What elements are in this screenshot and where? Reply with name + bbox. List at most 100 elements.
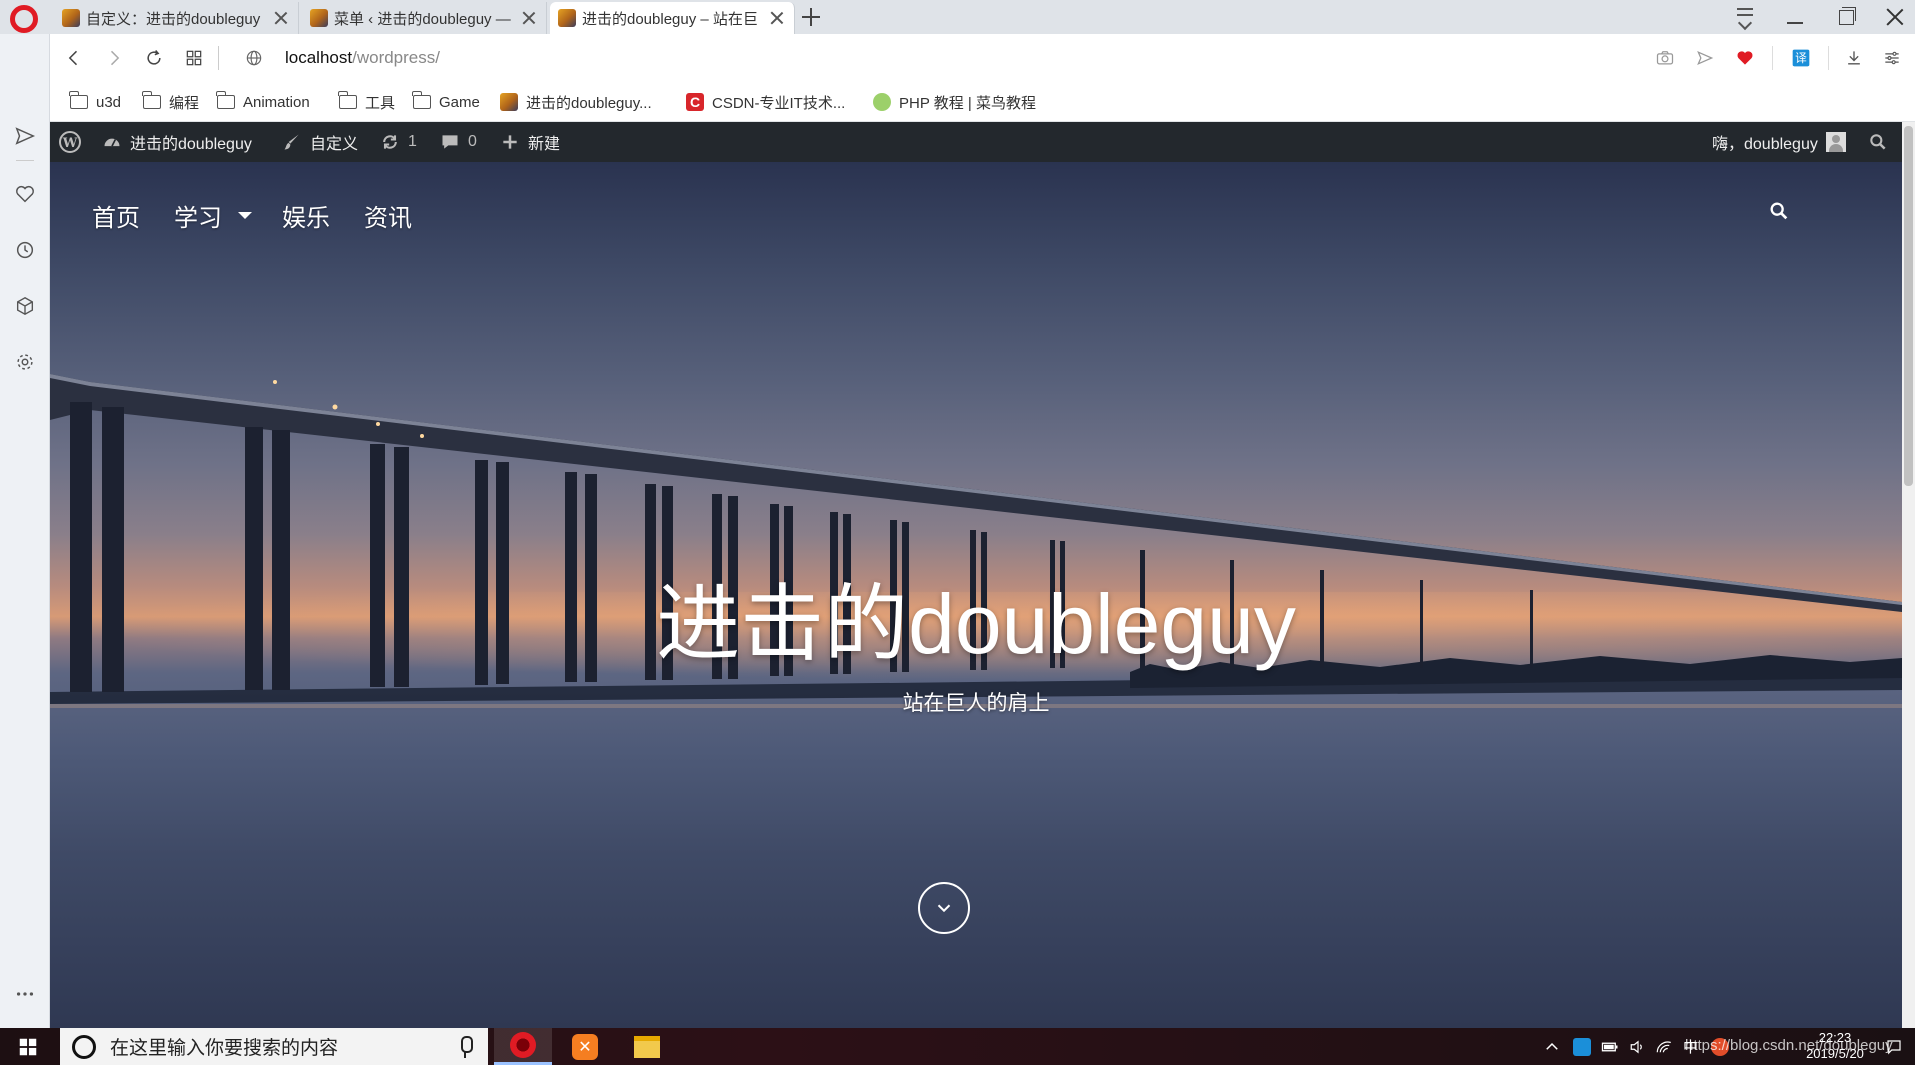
admin-customize[interactable]: 自定义 bbox=[282, 122, 358, 162]
back-button[interactable] bbox=[58, 42, 90, 74]
site-title[interactable]: 进击的doubleguy bbox=[50, 557, 1902, 678]
customize-label: 自定义 bbox=[310, 136, 359, 153]
close-window-button[interactable] bbox=[1875, 2, 1915, 32]
tab-customize[interactable]: 自定义：进击的doubleguy bbox=[54, 2, 299, 34]
wp-admin-bar: W 进击的doubleguy 自定义 1 0 新建 嗨，doubleguy bbox=[50, 122, 1902, 162]
windows-taskbar: 在这里输入你要搜索的内容 ✕ 中 22:23 2019/5/20 bbox=[0, 1028, 1915, 1065]
admin-updates[interactable]: 1 bbox=[380, 122, 417, 162]
menu-item-study[interactable]: 学习 bbox=[174, 198, 252, 233]
taskbar-xampp-icon[interactable]: ✕ bbox=[556, 1028, 614, 1065]
bookmark-doubleguy-site[interactable]: 进击的doubleguy... bbox=[500, 90, 652, 114]
snapshot-camera-icon[interactable] bbox=[1649, 42, 1681, 74]
close-icon[interactable] bbox=[272, 9, 290, 27]
admin-new-content[interactable]: 新建 bbox=[500, 122, 560, 162]
forward-button[interactable] bbox=[98, 42, 130, 74]
taskbar-opera-icon[interactable] bbox=[494, 1028, 552, 1065]
menu-item-news[interactable]: 资讯 bbox=[364, 198, 412, 233]
divider bbox=[1828, 46, 1829, 70]
opera-menu-icon[interactable] bbox=[10, 5, 38, 33]
wordpress-favicon-icon bbox=[558, 9, 576, 27]
microphone-icon[interactable] bbox=[456, 1035, 474, 1058]
settings-gear-icon[interactable] bbox=[9, 346, 41, 378]
comments-count: 0 bbox=[468, 133, 477, 150]
close-icon[interactable] bbox=[520, 9, 538, 27]
admin-comments[interactable]: 0 bbox=[440, 122, 477, 162]
folder-icon bbox=[69, 91, 88, 109]
folder-icon bbox=[142, 91, 161, 109]
volume-icon[interactable] bbox=[1629, 1038, 1647, 1056]
bookmark-folder-animation[interactable]: Animation bbox=[216, 90, 310, 114]
admin-search-icon[interactable] bbox=[1868, 122, 1888, 162]
primary-navigation: 首页 学习 娱乐 资讯 bbox=[50, 162, 1902, 272]
translate-icon[interactable]: 译 bbox=[1785, 42, 1817, 74]
tab-menu-icon[interactable] bbox=[1725, 2, 1765, 32]
bookmark-heart-icon[interactable] bbox=[1729, 42, 1761, 74]
taskbar-file-explorer-icon[interactable] bbox=[618, 1028, 676, 1065]
svg-text:译: 译 bbox=[1795, 51, 1807, 65]
easy-setup-icon[interactable] bbox=[1876, 42, 1908, 74]
greeting-label: 嗨，doubleguy bbox=[1712, 136, 1818, 153]
updates-count: 1 bbox=[408, 133, 417, 150]
file-explorer-icon bbox=[634, 1035, 660, 1058]
scrollbar-thumb[interactable] bbox=[1904, 126, 1913, 486]
menu-item-entertainment[interactable]: 娱乐 bbox=[282, 198, 330, 233]
new-label: 新建 bbox=[528, 136, 561, 153]
admin-site-name[interactable]: 进击的doubleguy bbox=[102, 122, 252, 162]
bookmark-runoob-php[interactable]: PHP 教程 | 菜鸟教程 bbox=[873, 90, 1036, 114]
wifi-icon[interactable] bbox=[1655, 1038, 1673, 1056]
menu-label: 学习 bbox=[174, 205, 222, 232]
bookmark-label: Animation bbox=[243, 93, 310, 111]
opera-sidebar bbox=[0, 34, 50, 1028]
menu-item-home[interactable]: 首页 bbox=[92, 198, 140, 233]
site-search-icon[interactable] bbox=[1768, 200, 1794, 226]
heart-icon[interactable] bbox=[9, 178, 41, 210]
folder-icon bbox=[412, 91, 431, 109]
download-icon[interactable] bbox=[1838, 42, 1870, 74]
bookmark-label: 编程 bbox=[169, 94, 200, 112]
bookmark-label: Game bbox=[439, 93, 480, 111]
battery-icon[interactable] bbox=[1601, 1038, 1619, 1056]
restore-button[interactable] bbox=[1825, 2, 1865, 32]
close-icon[interactable] bbox=[768, 9, 786, 27]
url-host: localhost bbox=[285, 48, 353, 67]
tab-menus[interactable]: 菜单 ‹ 进击的doubleguy — bbox=[302, 2, 547, 34]
reload-button[interactable] bbox=[138, 42, 170, 74]
tab-home[interactable]: 进击的doubleguy – 站在巨 bbox=[550, 2, 795, 34]
url-input[interactable]: localhost/wordpress/ bbox=[285, 42, 1285, 74]
extensions-icon[interactable] bbox=[9, 290, 41, 322]
comment-bubble-icon bbox=[440, 132, 460, 152]
windows-start-button[interactable] bbox=[0, 1028, 56, 1065]
globe-icon[interactable] bbox=[238, 42, 270, 74]
bookmark-label: 工具 bbox=[365, 94, 396, 112]
new-tab-button[interactable] bbox=[798, 4, 824, 30]
csdn-favicon-icon: C bbox=[686, 93, 704, 111]
minimize-button[interactable] bbox=[1775, 2, 1815, 32]
history-icon[interactable] bbox=[9, 234, 41, 266]
runoob-favicon-icon bbox=[873, 93, 891, 111]
watermark-text: https://blog.csdn.net/doubleguy bbox=[1685, 1037, 1893, 1054]
bookmark-folder-u3d[interactable]: u3d bbox=[69, 90, 121, 114]
opera-icon bbox=[510, 1032, 536, 1058]
bookmarks-bar: u3d 编程 Animation 工具 Game 进击的doubleguy...… bbox=[50, 82, 1915, 122]
chevron-up-icon[interactable] bbox=[1543, 1038, 1561, 1056]
caret-down-icon[interactable] bbox=[238, 212, 252, 219]
divider bbox=[1772, 46, 1773, 70]
bookmark-folder-tools[interactable]: 工具 bbox=[338, 90, 396, 114]
send-to-flow-icon[interactable] bbox=[1689, 42, 1721, 74]
wordpress-logo-icon[interactable]: W bbox=[58, 122, 82, 162]
speed-dial-grid-icon[interactable] bbox=[178, 42, 210, 74]
bookmark-label: 进击的doubleguy... bbox=[526, 94, 652, 112]
svg-text:W: W bbox=[62, 136, 78, 151]
taskbar-search-box[interactable]: 在这里输入你要搜索的内容 bbox=[60, 1028, 488, 1065]
more-options-icon[interactable] bbox=[9, 978, 41, 1010]
bookmark-folder-programming[interactable]: 编程 bbox=[142, 90, 200, 114]
hero-header-image: 首页 学习 娱乐 资讯 进击的doubleguy 站在巨人的肩上 bbox=[50, 162, 1902, 1028]
paintbrush-icon bbox=[282, 132, 302, 152]
bookmark-csdn[interactable]: C CSDN-专业IT技术... bbox=[686, 90, 845, 114]
admin-my-account[interactable]: 嗨，doubleguy bbox=[1712, 122, 1846, 162]
app-tray-icon[interactable] bbox=[1573, 1038, 1591, 1056]
bookmark-folder-game[interactable]: Game bbox=[412, 90, 480, 114]
send-icon[interactable] bbox=[9, 120, 41, 152]
page-scrollbar[interactable] bbox=[1902, 122, 1915, 1028]
scroll-down-button[interactable] bbox=[918, 882, 970, 934]
